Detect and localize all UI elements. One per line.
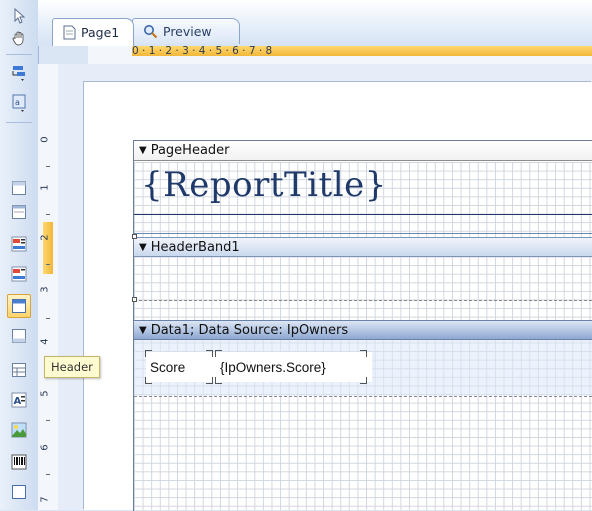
tab-preview[interactable]: Preview: [132, 18, 240, 44]
footer-band-icon[interactable]: [9, 326, 29, 346]
ruler-mark: 2: [39, 234, 51, 241]
tab-preview-label: Preview: [163, 24, 212, 39]
tab-page1-label: Page1: [81, 25, 120, 40]
report-title-band-icon[interactable]: [9, 178, 29, 198]
text-component-icon[interactable]: A: [9, 390, 29, 410]
add-page-icon[interactable]: [9, 64, 29, 84]
tab-page1[interactable]: Page1: [52, 18, 134, 46]
collapse-arrow-icon[interactable]: ▼: [139, 242, 147, 253]
tab-strip: Page1 Preview: [38, 0, 592, 46]
header-band-caption[interactable]: ▼ HeaderBand1: [134, 237, 592, 257]
ruler-mark: 3: [39, 286, 51, 293]
page-header-band-bottom: [134, 233, 592, 234]
select-pointer-icon[interactable]: [9, 6, 29, 26]
image-component-icon[interactable]: [9, 420, 29, 440]
toolbox: a A: [0, 0, 39, 510]
header-band-label: HeaderBand1: [150, 239, 240, 255]
data-band-caption[interactable]: ▼ Data1; Data Source: IpOwners: [134, 320, 592, 340]
data-band-bottom: [134, 396, 592, 397]
page-header-band-label: PageHeader: [150, 143, 230, 158]
header-band-icon[interactable]: [9, 234, 29, 254]
barcode-component-icon[interactable]: [9, 452, 29, 472]
report-title-text[interactable]: {ReportTitle}: [141, 165, 387, 205]
resize-handle[interactable]: [132, 234, 137, 239]
group-header-band-icon[interactable]: [9, 264, 29, 284]
page-icon: [63, 25, 76, 40]
score-label-text: Score: [150, 359, 186, 375]
panel-component-icon[interactable]: [9, 482, 29, 502]
magnifier-icon: [144, 25, 158, 39]
svg-text:A: A: [14, 396, 22, 407]
horizontal-ruler[interactable]: 0 · 1 · 2 · 3 · 4 · 5 · 6 · 7 · 8: [88, 45, 592, 65]
ruler-active-band: [43, 222, 53, 274]
ruler-mark: 1: [39, 184, 51, 191]
pan-hand-icon[interactable]: [9, 28, 29, 48]
ruler-mark: 0: [39, 136, 51, 143]
title-underline: [134, 214, 592, 215]
page-header-band-icon[interactable]: [9, 202, 29, 222]
collapse-arrow-icon[interactable]: ▼: [139, 325, 147, 336]
resize-handle[interactable]: [132, 297, 137, 302]
tooltip: Header: [44, 356, 100, 378]
ruler-mark: 6: [39, 444, 51, 451]
svg-text:a: a: [15, 98, 20, 107]
ruler-mark: 7: [39, 496, 51, 503]
vertical-ruler[interactable]: 0 1 2 3 4 5 6 7: [38, 64, 59, 510]
ruler-horizontal-marks: 0 · 1 · 2 · 3 · 4 · 5 · 6 · 7 · 8: [132, 45, 273, 57]
score-value-cell[interactable]: {IpOwners.Score}: [213, 352, 372, 382]
data-band-label: Data1; Data Source: IpOwners: [150, 322, 349, 338]
table-band-icon[interactable]: [9, 360, 29, 380]
page-header-band-caption[interactable]: ▼ PageHeader: [134, 141, 592, 161]
collapse-arrow-icon[interactable]: ▼: [139, 145, 147, 156]
score-value-text: {IpOwners.Score}: [220, 359, 326, 375]
add-form-icon[interactable]: a: [9, 94, 29, 114]
data-band-icon[interactable]: [7, 294, 31, 318]
ruler-mark: 5: [39, 390, 51, 397]
header-band-bottom: [134, 300, 592, 301]
ruler-mark: 4: [39, 338, 51, 345]
